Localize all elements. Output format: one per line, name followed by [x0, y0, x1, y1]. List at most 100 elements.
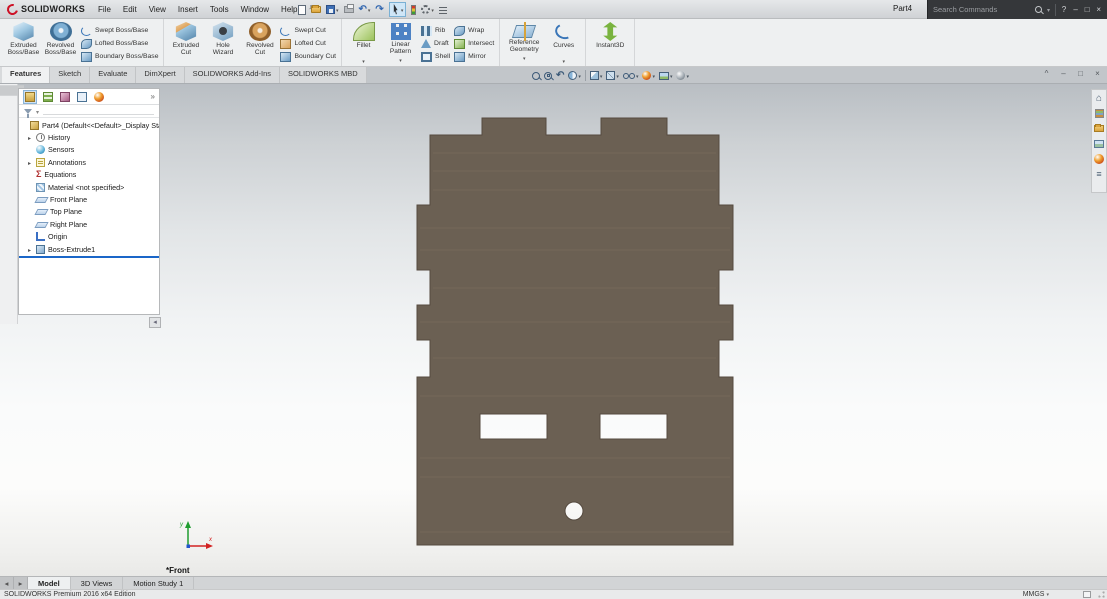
- extruded-boss-base-button[interactable]: Extruded Boss/Base: [6, 21, 41, 56]
- tab-dimxpert[interactable]: DimXpert: [136, 67, 185, 83]
- save-button[interactable]: [326, 5, 339, 14]
- lofted-boss-base-button[interactable]: Lofted Boss/Base: [81, 37, 158, 50]
- tree-item-right-plane[interactable]: Right Plane: [19, 218, 159, 230]
- tree-item-origin[interactable]: Origin: [19, 231, 159, 243]
- open-button[interactable]: [311, 5, 321, 13]
- draft-button[interactable]: Draft: [421, 37, 450, 50]
- doc-close-icon[interactable]: [1093, 69, 1102, 78]
- hide-show-items-button[interactable]: [622, 71, 639, 80]
- panel-collapse-handle[interactable]: [149, 317, 161, 328]
- filter-caret-icon[interactable]: [36, 107, 39, 116]
- expander-icon[interactable]: [28, 158, 36, 167]
- tree-item-root[interactable]: Part4 (Default<<Default>_Display State 1: [19, 119, 159, 131]
- window-close-button[interactable]: [1095, 5, 1102, 14]
- tab-scroll-left-button[interactable]: [0, 577, 14, 589]
- displaymanager-tab[interactable]: [93, 91, 105, 103]
- lofted-cut-button[interactable]: Lofted Cut: [280, 37, 336, 50]
- tree-item-material[interactable]: Material <not specified>: [19, 181, 159, 193]
- rib-button[interactable]: Rib: [421, 24, 450, 37]
- tab-model[interactable]: Model: [28, 577, 71, 589]
- view-orientation-button[interactable]: [589, 71, 603, 80]
- section-view-button[interactable]: [568, 71, 581, 80]
- print-button[interactable]: [343, 4, 354, 13]
- graphics-area[interactable]: y x » ▾ Part4 (Default<<Default>_Display…: [0, 84, 1107, 576]
- solidworks-resources-icon[interactable]: [1094, 93, 1105, 104]
- boundary-boss-base-button[interactable]: Boundary Boss/Base: [81, 50, 158, 63]
- new-document-button[interactable]: [298, 4, 306, 15]
- apply-scene-button[interactable]: [658, 71, 673, 80]
- tab-evaluate[interactable]: Evaluate: [90, 67, 137, 83]
- featuremanager-tab[interactable]: [23, 89, 37, 104]
- instant3d-button[interactable]: Instant3D: [590, 21, 630, 56]
- tab-motion-study-1[interactable]: Motion Study 1: [123, 577, 195, 589]
- status-tag-icon[interactable]: [1083, 591, 1091, 598]
- panel-chevron-icon[interactable]: [151, 92, 155, 101]
- file-properties-button[interactable]: [438, 5, 447, 14]
- reference-geometry-button[interactable]: Reference Geometry: [504, 21, 544, 62]
- linear-pattern-button[interactable]: Linear Pattern: [383, 21, 418, 64]
- doc-minimize-icon[interactable]: [1059, 69, 1068, 78]
- part-face[interactable]: [416, 117, 734, 546]
- appearances-icon[interactable]: [1094, 153, 1105, 164]
- custom-properties-icon[interactable]: [1094, 168, 1105, 179]
- view-settings-button[interactable]: [676, 71, 689, 80]
- configurationmanager-tab[interactable]: [59, 91, 71, 103]
- tree-item-annotations[interactable]: Annotations: [19, 156, 159, 168]
- rebuild-button[interactable]: [411, 4, 417, 15]
- options-button[interactable]: [421, 5, 434, 14]
- tree-item-sensors[interactable]: Sensors: [19, 144, 159, 156]
- tree-item-boss-extrude1[interactable]: Boss-Extrude1: [19, 243, 159, 255]
- shell-button[interactable]: Shell: [421, 50, 450, 63]
- zoom-to-area-button[interactable]: [544, 71, 552, 80]
- menu-window[interactable]: Window: [235, 5, 275, 14]
- collapse-ribbon-icon[interactable]: [1042, 69, 1051, 78]
- previous-view-button[interactable]: [556, 71, 564, 81]
- tab-3d-views[interactable]: 3D Views: [71, 577, 124, 589]
- rollback-bar[interactable]: [19, 256, 159, 259]
- propertymanager-tab[interactable]: [42, 91, 54, 103]
- filter-icon[interactable]: [24, 108, 32, 118]
- window-maximize-button[interactable]: [1084, 5, 1091, 14]
- design-library-icon[interactable]: [1094, 108, 1105, 119]
- hole-wizard-button[interactable]: Hole Wizard: [205, 21, 240, 56]
- doc-restore-icon[interactable]: [1076, 69, 1085, 78]
- revolved-cut-button[interactable]: Revolved Cut: [242, 21, 277, 56]
- mirror-button[interactable]: Mirror: [454, 50, 494, 63]
- units-selector[interactable]: MMGS: [1023, 591, 1049, 598]
- search-input[interactable]: [933, 5, 1030, 14]
- menu-edit[interactable]: Edit: [117, 5, 143, 14]
- menu-tools[interactable]: Tools: [204, 5, 235, 14]
- file-explorer-icon[interactable]: [1094, 123, 1105, 134]
- help-icon[interactable]: [1061, 5, 1068, 14]
- select-tool-button[interactable]: [388, 2, 407, 17]
- curves-button[interactable]: Curves: [546, 21, 581, 65]
- view-palette-icon[interactable]: [1094, 138, 1105, 149]
- edit-appearance-button[interactable]: [642, 71, 655, 80]
- menu-view[interactable]: View: [143, 5, 172, 14]
- dimxpertmanager-tab[interactable]: [76, 91, 88, 103]
- zoom-to-fit-button[interactable]: [532, 71, 540, 80]
- filter-input-line[interactable]: [43, 107, 154, 115]
- extruded-cut-button[interactable]: Extruded Cut: [168, 21, 203, 56]
- boundary-cut-button[interactable]: Boundary Cut: [280, 50, 336, 63]
- fillet-button[interactable]: Fillet: [346, 21, 381, 65]
- search-scope-caret[interactable]: [1047, 5, 1050, 14]
- redo-button[interactable]: [375, 5, 383, 15]
- tree-item-top-plane[interactable]: Top Plane: [19, 206, 159, 218]
- window-minimize-button[interactable]: [1072, 5, 1079, 14]
- tab-solidworks-add-ins[interactable]: SOLIDWORKS Add-Ins: [185, 67, 281, 83]
- model-canvas[interactable]: y x: [0, 84, 1107, 576]
- tab-solidworks-mbd[interactable]: SOLIDWORKS MBD: [280, 67, 367, 83]
- expander-icon[interactable]: [28, 245, 36, 254]
- expander-icon[interactable]: [28, 133, 36, 142]
- tree-item-front-plane[interactable]: Front Plane: [19, 193, 159, 205]
- tab-scroll-right-button[interactable]: [14, 577, 28, 589]
- swept-boss-base-button[interactable]: Swept Boss/Base: [81, 24, 158, 37]
- display-style-button[interactable]: [606, 71, 619, 80]
- tab-features[interactable]: Features: [2, 67, 51, 83]
- menu-insert[interactable]: Insert: [172, 5, 204, 14]
- tab-sketch[interactable]: Sketch: [50, 67, 91, 83]
- intersect-button[interactable]: Intersect: [454, 37, 494, 50]
- search-icon[interactable]: [1035, 6, 1042, 13]
- revolved-boss-base-button[interactable]: Revolved Boss/Base: [43, 21, 78, 56]
